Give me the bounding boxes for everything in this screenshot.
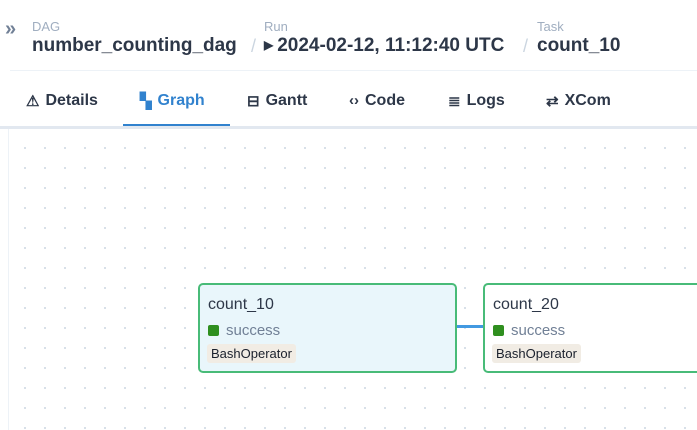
logs-icon: ≣	[448, 93, 461, 110]
tab-logs[interactable]: ≣ Logs	[448, 92, 505, 128]
node-task-name: count_10	[208, 296, 274, 313]
graph-node-count-20[interactable]: count_20 success BashOperator	[483, 283, 697, 373]
gantt-icon: ⊟	[247, 93, 260, 110]
breadcrumb-run-value-wrap[interactable]: ▶ 2024-02-12, 11:12:40 UTC	[264, 34, 504, 59]
code-icon: ‹›	[349, 92, 359, 109]
graph-icon: ▚	[140, 93, 152, 110]
breadcrumb-task-label: Task	[537, 19, 564, 34]
tab-xcom-label: XCom	[564, 92, 611, 109]
tab-code[interactable]: ‹› Code	[349, 92, 405, 128]
tab-graph-label: Graph	[157, 92, 205, 109]
success-status-icon	[208, 325, 219, 336]
tab-graph[interactable]: ▚ Graph	[140, 92, 205, 128]
breadcrumb-dag[interactable]: DAG number_counting_dag	[32, 20, 237, 58]
header-divider	[10, 70, 697, 71]
breadcrumb-task[interactable]: Task count_10	[537, 20, 620, 58]
node-state: success	[208, 322, 280, 339]
breadcrumb-run-label: Run	[264, 19, 288, 34]
breadcrumb-dag-label: DAG	[32, 19, 61, 34]
collapse-chevrons-icon[interactable]: »	[5, 18, 16, 41]
tab-logs-label: Logs	[466, 92, 505, 109]
tab-gantt-label: Gantt	[265, 92, 308, 109]
tab-details[interactable]: ⚠ Details	[26, 92, 98, 128]
tab-gantt[interactable]: ⊟ Gantt	[247, 92, 307, 128]
breadcrumb-dag-value[interactable]: number_counting_dag	[32, 34, 237, 58]
play-icon: ▶	[264, 38, 274, 52]
node-state-label: success	[226, 322, 281, 339]
warning-triangle-icon: ⚠	[26, 93, 40, 110]
tab-xcom[interactable]: ⇄ XCom	[546, 92, 611, 128]
breadcrumb-run[interactable]: Run ▶ 2024-02-12, 11:12:40 UTC	[264, 20, 504, 59]
node-task-name: count_20	[493, 296, 559, 313]
breadcrumb-run-value[interactable]: 2024-02-12, 11:12:40 UTC	[277, 35, 504, 56]
tab-bar: ⚠ Details ▚ Graph ⊟ Gantt ‹› Code ≣ Logs…	[0, 82, 697, 128]
node-state: success	[493, 322, 565, 339]
node-state-label: success	[511, 322, 566, 339]
success-status-icon	[493, 325, 504, 336]
graph-edge	[456, 325, 484, 328]
breadcrumb-task-value[interactable]: count_10	[537, 34, 620, 58]
xcom-arrows-icon: ⇄	[546, 93, 559, 110]
breadcrumb-separator: /	[523, 36, 529, 56]
breadcrumb: » DAG number_counting_dag / Run ▶ 2024-02…	[0, 0, 697, 70]
graph-canvas[interactable]: count_10 success BashOperator count_20 s…	[8, 129, 697, 430]
node-operator-badge: BashOperator	[492, 344, 581, 363]
graph-node-count-10[interactable]: count_10 success BashOperator	[198, 283, 457, 373]
breadcrumb-separator: /	[251, 36, 257, 56]
tab-details-label: Details	[45, 92, 98, 109]
node-operator-badge: BashOperator	[207, 344, 296, 363]
tab-code-label: Code	[365, 92, 405, 109]
